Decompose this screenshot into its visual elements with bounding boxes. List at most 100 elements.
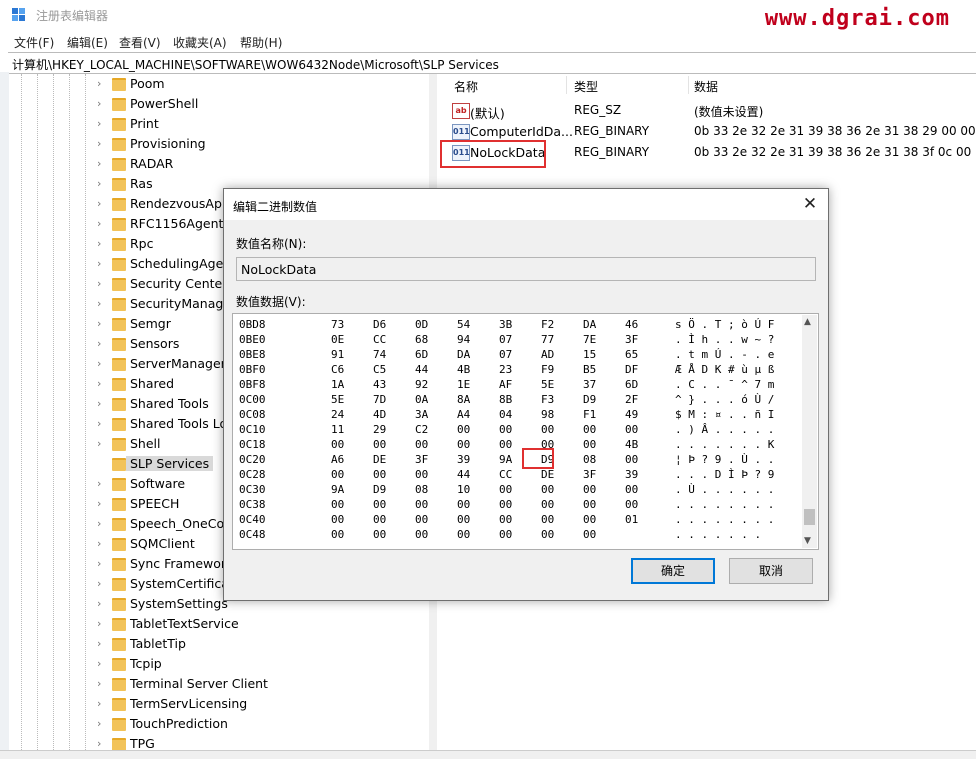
- tree-item[interactable]: › TPG: [9, 734, 429, 750]
- hex-byte[interactable]: 65: [625, 348, 638, 361]
- cancel-button[interactable]: 取消: [729, 558, 813, 584]
- hex-byte[interactable]: D6: [373, 318, 386, 331]
- hex-byte[interactable]: 08: [415, 483, 428, 496]
- hex-byte[interactable]: 3B: [499, 318, 512, 331]
- chevron-right-icon[interactable]: ›: [97, 98, 107, 110]
- hex-byte[interactable]: 00: [583, 483, 596, 496]
- hex-byte[interactable]: 00: [457, 498, 470, 511]
- close-icon[interactable]: ✕: [800, 194, 820, 214]
- hex-byte[interactable]: F2: [541, 318, 554, 331]
- hex-byte[interactable]: 00: [457, 513, 470, 526]
- menu-view[interactable]: 查看(V): [119, 34, 161, 51]
- chevron-right-icon[interactable]: ›: [97, 558, 107, 570]
- hex-byte[interactable]: 00: [541, 498, 554, 511]
- chevron-right-icon[interactable]: ›: [97, 78, 107, 90]
- hex-byte[interactable]: 39: [457, 453, 470, 466]
- hex-byte[interactable]: 00: [625, 498, 638, 511]
- hex-byte[interactable]: 00: [541, 423, 554, 436]
- hex-byte[interactable]: 1A: [331, 378, 344, 391]
- chevron-right-icon[interactable]: ›: [97, 478, 107, 490]
- chevron-right-icon[interactable]: ›: [97, 498, 107, 510]
- hex-byte[interactable]: 00: [541, 528, 554, 541]
- column-header-name[interactable]: 名称: [454, 78, 478, 95]
- hex-byte[interactable]: 07: [499, 333, 512, 346]
- hex-byte[interactable]: 46: [625, 318, 638, 331]
- hex-byte[interactable]: 00: [331, 438, 344, 451]
- hex-byte[interactable]: 00: [331, 498, 344, 511]
- hex-byte[interactable]: 73: [331, 318, 344, 331]
- hex-byte[interactable]: DA: [583, 318, 596, 331]
- chevron-right-icon[interactable]: ›: [97, 578, 107, 590]
- tree-item[interactable]: › TouchPrediction: [9, 714, 429, 734]
- hex-byte[interactable]: DF: [625, 363, 638, 376]
- chevron-right-icon[interactable]: ›: [97, 238, 107, 250]
- hex-byte[interactable]: 7E: [583, 333, 596, 346]
- hex-byte[interactable]: 00: [415, 528, 428, 541]
- tree-item[interactable]: › RADAR: [9, 154, 429, 174]
- chevron-right-icon[interactable]: ›: [97, 538, 107, 550]
- hex-byte[interactable]: 00: [583, 528, 596, 541]
- hex-byte[interactable]: DE: [541, 468, 554, 481]
- scroll-thumb[interactable]: [804, 509, 815, 525]
- chevron-right-icon[interactable]: ›: [97, 298, 107, 310]
- chevron-right-icon[interactable]: ›: [97, 598, 107, 610]
- hex-row[interactable]: 0C18 00 00 00 00 00 00 00 4B. . . . . . . K: [239, 438, 799, 453]
- hex-byte[interactable]: 1E: [457, 378, 470, 391]
- hex-byte[interactable]: 00: [373, 528, 386, 541]
- hex-byte[interactable]: F9: [541, 363, 554, 376]
- chevron-right-icon[interactable]: ›: [97, 438, 107, 450]
- tree-item[interactable]: › TermServLicensing: [9, 694, 429, 714]
- chevron-right-icon[interactable]: ›: [97, 338, 107, 350]
- menu-file[interactable]: 文件(F): [14, 34, 54, 51]
- hex-byte[interactable]: 00: [499, 483, 512, 496]
- hex-byte[interactable]: C6: [331, 363, 344, 376]
- hex-byte[interactable]: 00: [457, 528, 470, 541]
- hex-byte[interactable]: 3F: [625, 333, 638, 346]
- hex-byte[interactable]: 00: [499, 498, 512, 511]
- hex-byte[interactable]: C5: [373, 363, 386, 376]
- hex-byte[interactable]: 9A: [499, 453, 512, 466]
- hex-row[interactable]: 0BF8 1A 43 92 1E AF 5E 37 6D . C . . ¯ ^ 7 m: [239, 378, 799, 393]
- address-bar[interactable]: 计算机\HKEY_LOCAL_MACHINE\SOFTWARE\WOW6432N…: [8, 52, 976, 74]
- tree-item[interactable]: › Provisioning: [9, 134, 429, 154]
- hex-row[interactable]: 0C30 9A D9 08 10 00 00 00 00 . Ù . . . . . .: [239, 483, 799, 498]
- chevron-right-icon[interactable]: ›: [97, 318, 107, 330]
- tree-item[interactable]: › Terminal Server Client: [9, 674, 429, 694]
- chevron-right-icon[interactable]: ›: [97, 198, 107, 210]
- hex-byte[interactable]: 92: [415, 378, 428, 391]
- chevron-right-icon[interactable]: ›: [97, 118, 107, 130]
- hex-byte[interactable]: 00: [625, 423, 638, 436]
- hex-byte[interactable]: 6D: [625, 378, 638, 391]
- hex-byte[interactable]: 94: [457, 333, 470, 346]
- hex-byte[interactable]: 00: [373, 438, 386, 451]
- tree-item[interactable]: › Poom: [9, 74, 429, 94]
- chevron-right-icon[interactable]: ›: [97, 418, 107, 430]
- hex-byte[interactable]: 77: [541, 333, 554, 346]
- column-header-data[interactable]: 数据: [694, 78, 718, 95]
- hex-byte[interactable]: C2: [415, 423, 428, 436]
- hex-byte[interactable]: 07: [499, 348, 512, 361]
- hex-byte[interactable]: 00: [373, 498, 386, 511]
- hex-byte[interactable]: 04: [499, 408, 512, 421]
- chevron-right-icon[interactable]: ›: [97, 278, 107, 290]
- chevron-right-icon[interactable]: ›: [97, 738, 107, 750]
- chevron-right-icon[interactable]: ›: [97, 518, 107, 530]
- hex-byte[interactable]: 00: [457, 438, 470, 451]
- hex-byte[interactable]: 00: [583, 423, 596, 436]
- hex-byte[interactable]: 00: [541, 513, 554, 526]
- hex-row[interactable]: 0C48 00 00 00 00 00 00 00 . . . . . . .: [239, 528, 799, 543]
- hex-byte[interactable]: F3: [541, 393, 554, 406]
- menu-help[interactable]: 帮助(H): [240, 34, 282, 51]
- tree-item[interactable]: › Tcpip: [9, 654, 429, 674]
- hex-byte[interactable]: 00: [499, 423, 512, 436]
- hex-row[interactable]: 0BF0 C6 C5 44 4B 23 F9 B5 DF Æ Å D K # ù µ ß: [239, 363, 799, 378]
- hex-byte[interactable]: 8A: [457, 393, 470, 406]
- hex-byte[interactable]: 37: [583, 378, 596, 391]
- hex-byte[interactable]: 4B: [625, 438, 638, 451]
- hex-row[interactable]: 0C00 5E 7D 0A 8A 8B F3 D9 2F ^ } . . . ó Ù /: [239, 393, 799, 408]
- scroll-down-icon[interactable]: ▼: [804, 536, 811, 546]
- chevron-right-icon[interactable]: ›: [97, 718, 107, 730]
- hex-byte[interactable]: 00: [373, 468, 386, 481]
- chevron-right-icon[interactable]: ›: [97, 638, 107, 650]
- hex-byte[interactable]: DA: [457, 348, 470, 361]
